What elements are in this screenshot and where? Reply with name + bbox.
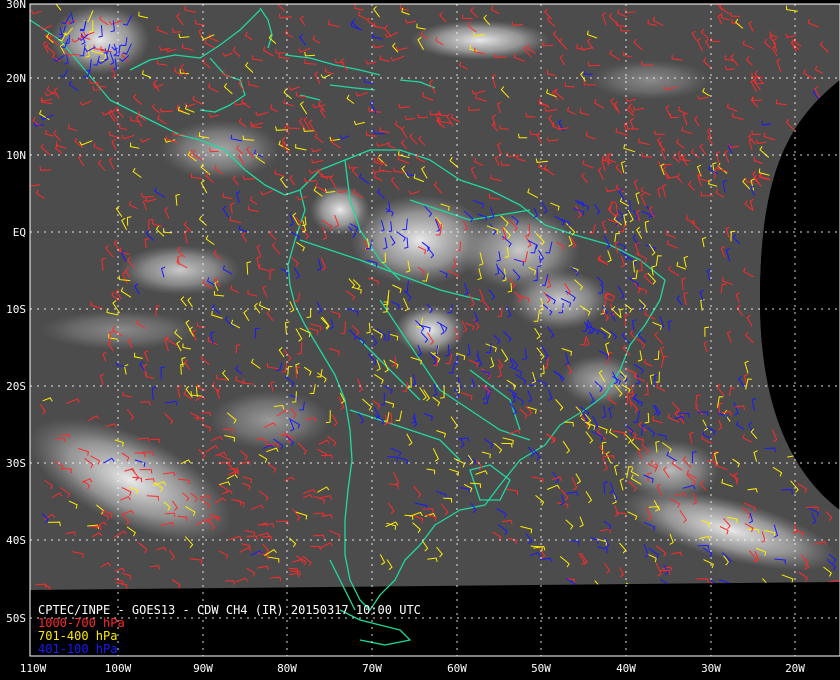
longitude-label: 30W: [701, 662, 721, 675]
latitude-labels: 30N 20N 10N EQ 10S 20S 30S 40S 50S: [6, 0, 26, 625]
longitude-label: 110W: [20, 662, 47, 675]
legend-high-level: 401-100 hPa: [38, 642, 118, 656]
longitude-labels: 110W 100W 90W 80W 70W 60W 50W 40W 30W 20W: [20, 662, 806, 675]
longitude-label: 20W: [785, 662, 805, 675]
longitude-label: 40W: [616, 662, 636, 675]
wind-barb: [625, 582, 636, 590]
wind-barb: [710, 581, 721, 590]
latitude-label: 50S: [6, 612, 26, 625]
longitude-label: 100W: [105, 662, 132, 675]
latitude-label: 30S: [6, 457, 26, 470]
longitude-label: 90W: [193, 662, 213, 675]
latitude-label: 40S: [6, 534, 26, 547]
longitude-label: 80W: [277, 662, 297, 675]
latitude-label: 10S: [6, 303, 26, 316]
latitude-label: EQ: [13, 226, 26, 239]
wind-barb: [796, 584, 804, 590]
latitude-label: 30N: [6, 0, 26, 11]
latitude-label: 20N: [6, 72, 26, 85]
longitude-label: 50W: [531, 662, 551, 675]
longitude-label: 60W: [447, 662, 467, 675]
longitude-label: 70W: [362, 662, 382, 675]
latitude-label: 20S: [6, 380, 26, 393]
satellite-wind-map: 30N 20N 10N EQ 10S 20S 30S 40S 50S 110W 100W 90W 80…: [6, 0, 840, 675]
wind-barb: [736, 583, 744, 590]
latitude-label: 10N: [6, 149, 26, 162]
